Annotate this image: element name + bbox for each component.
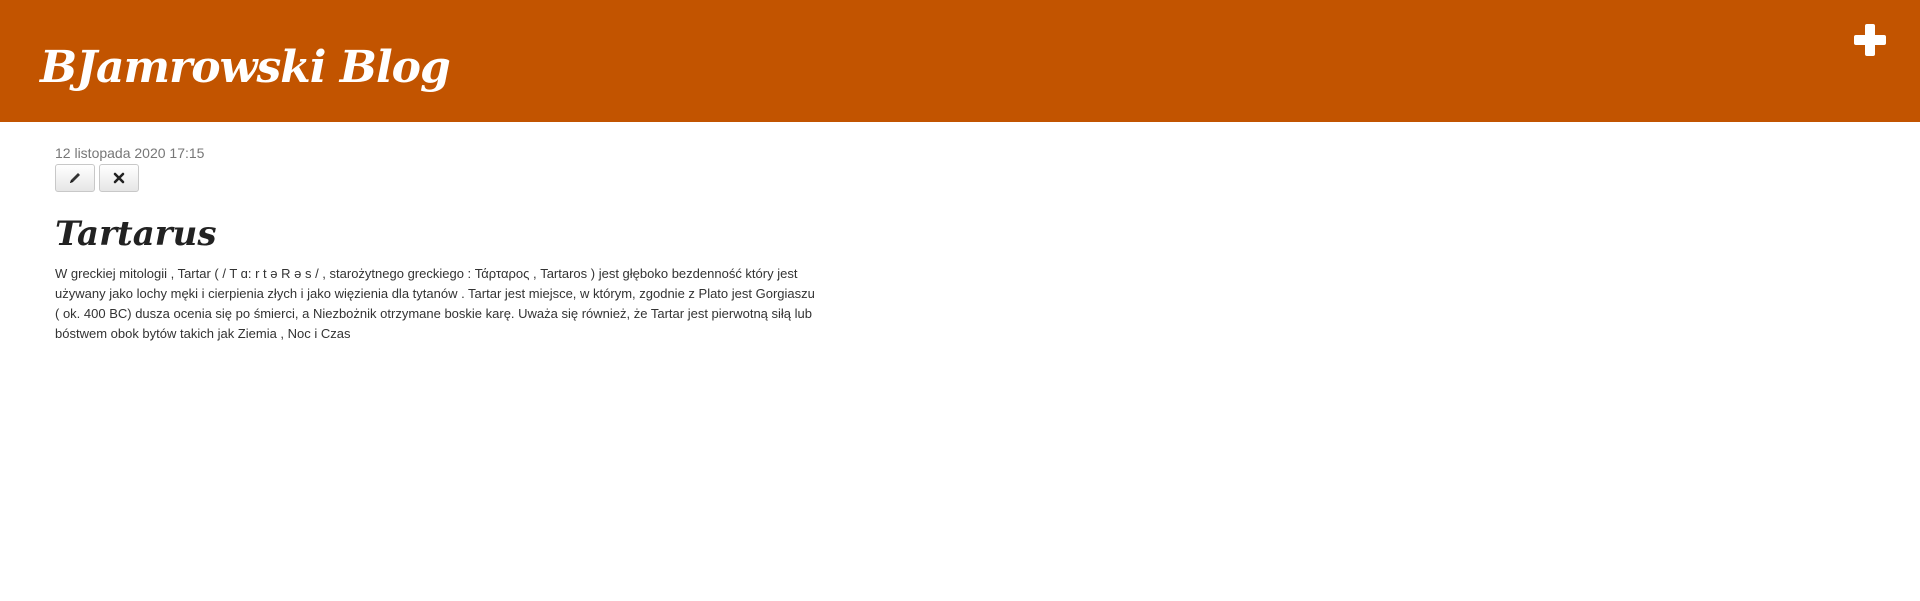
add-post-button[interactable]	[1850, 20, 1890, 60]
edit-post-button[interactable]	[55, 164, 95, 192]
delete-post-button[interactable]	[99, 164, 139, 192]
pencil-icon	[68, 171, 82, 185]
close-icon	[113, 172, 125, 184]
post-container: 12 listopada 2020 17:15 Tartarus W greck…	[55, 122, 815, 344]
site-header: BJamrowski Blog	[0, 0, 1920, 122]
site-brand[interactable]: BJamrowski Blog	[40, 40, 451, 96]
post-actions	[55, 164, 815, 192]
post-title: Tartarus	[55, 214, 217, 254]
post-body: W greckiej mitologii , Tartar ( / T ɑ: r…	[55, 266, 815, 341]
post-date: 12 listopada 2020 17:15	[55, 145, 205, 161]
